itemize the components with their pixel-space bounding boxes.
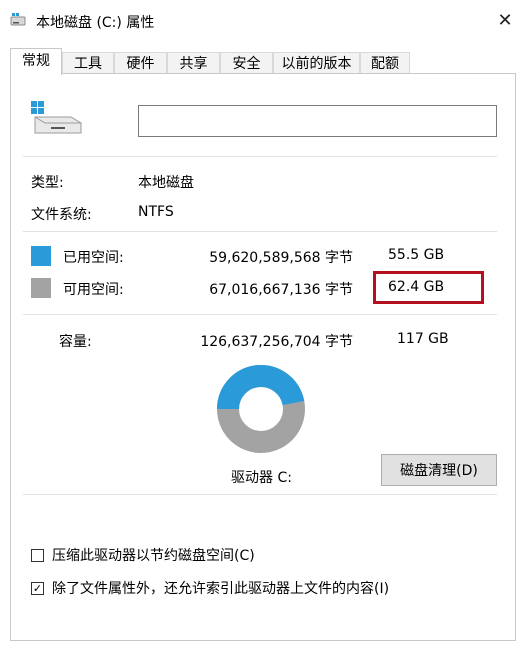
title-bar: 本地磁盘 (C:) 属性 ✕ <box>0 0 530 40</box>
tab-general[interactable]: 常规 <box>10 48 62 75</box>
used-space-swatch <box>31 246 51 266</box>
free-space-bytes: 67,016,667,136 字节 <box>209 282 353 298</box>
tab-bar: 常规 工具 硬件 共享 安全 以前的版本 配额 <box>10 48 515 75</box>
general-tab-panel: 类型: 本地磁盘 文件系统: NTFS 已用空间: 59,620,589,568… <box>10 73 516 641</box>
separator <box>23 494 497 495</box>
tab-tools[interactable]: 工具 <box>62 52 114 74</box>
used-space-bytes: 59,620,589,568 字节 <box>209 250 353 266</box>
index-label: 除了文件属性外，还允许索引此驱动器上文件的内容(I) <box>52 581 390 597</box>
tab-hardware[interactable]: 硬件 <box>114 52 167 74</box>
drive-icon <box>10 13 26 26</box>
tab-security[interactable]: 安全 <box>220 52 273 74</box>
used-space-arc <box>217 365 305 410</box>
index-option[interactable]: ✓ 除了文件属性外，还允许索引此驱动器上文件的内容(I) <box>31 578 389 598</box>
check-icon: ✓ <box>32 581 43 595</box>
type-label: 类型: <box>31 175 64 191</box>
used-space-size: 55.5 GB <box>388 247 445 263</box>
hard-drive-icon <box>31 101 82 134</box>
used-space-label: 已用空间: <box>63 250 124 266</box>
capacity-size: 117 GB <box>397 331 449 347</box>
window-title: 本地磁盘 (C:) 属性 <box>36 15 155 31</box>
drive-name-input[interactable] <box>138 105 497 137</box>
tab-quota[interactable]: 配额 <box>360 52 410 74</box>
disk-cleanup-button[interactable]: 磁盘清理(D) <box>381 454 497 486</box>
tab-previous-versions[interactable]: 以前的版本 <box>273 52 360 74</box>
separator <box>23 314 497 315</box>
free-space-swatch <box>31 278 51 298</box>
compress-label: 压缩此驱动器以节约磁盘空间(C) <box>52 548 255 564</box>
close-button[interactable]: ✕ <box>494 9 516 31</box>
tab-sharing[interactable]: 共享 <box>167 52 220 74</box>
capacity-label: 容量: <box>59 334 92 350</box>
close-icon: ✕ <box>497 9 513 31</box>
drive-letter-label: 驱动器 C: <box>231 470 292 486</box>
compress-checkbox[interactable] <box>31 548 44 562</box>
capacity-bytes: 126,637,256,704 字节 <box>200 334 353 350</box>
free-space-label: 可用空间: <box>63 282 124 298</box>
disk-usage-donut <box>217 365 305 453</box>
type-value: 本地磁盘 <box>138 175 194 191</box>
free-space-highlight-box <box>373 271 484 304</box>
separator <box>23 156 497 157</box>
separator <box>23 231 497 232</box>
index-checkbox[interactable]: ✓ <box>31 581 44 595</box>
file-system-value: NTFS <box>138 204 174 220</box>
compress-option[interactable]: 压缩此驱动器以节约磁盘空间(C) <box>31 545 255 565</box>
file-system-label: 文件系统: <box>31 207 92 223</box>
properties-window: 本地磁盘 (C:) 属性 ✕ 常规 工具 硬件 共享 安全 以前的版本 配额 类… <box>0 0 530 650</box>
